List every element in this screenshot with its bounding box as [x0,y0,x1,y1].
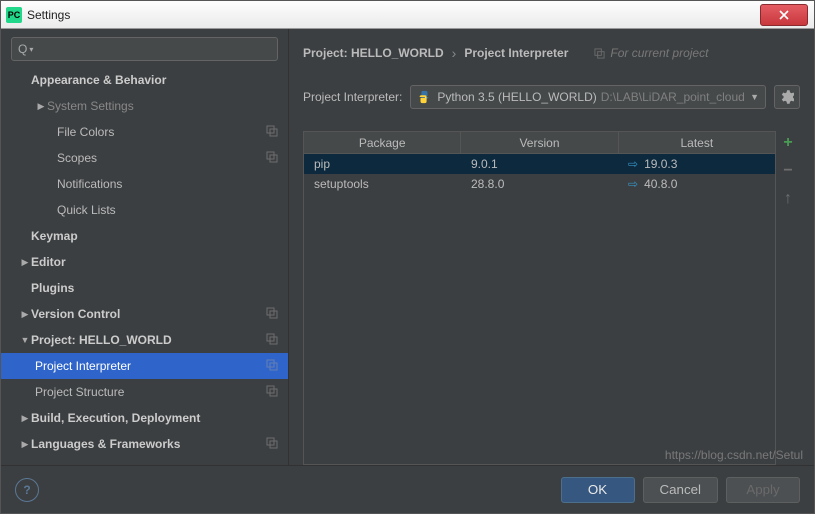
tree-item[interactable]: Project Structure [1,379,288,405]
tree-item[interactable]: Quick Lists [1,197,288,223]
tree-item[interactable]: ▶Editor [1,249,288,275]
tree-item-label: Version Control [31,307,266,321]
table-row[interactable]: setuptools28.8.0⇨40.8.0 [304,174,775,194]
cell-package: pip [304,157,461,171]
package-tools: + − ↑ [776,131,800,465]
cell-latest: ⇨40.8.0 [618,177,775,191]
tree-item-label: File Colors [57,125,266,139]
cell-version: 9.0.1 [461,157,618,171]
gear-icon [780,90,794,104]
tree-item-label: Languages & Frameworks [31,437,266,451]
column-header-latest[interactable]: Latest [619,132,775,153]
cell-package: setuptools [304,177,461,191]
tree-item-label: Editor [31,255,278,269]
cell-version: 28.8.0 [461,177,618,191]
tree-item-label: Appearance & Behavior [31,73,278,87]
tree-item-label: Quick Lists [57,203,278,217]
expand-arrow-icon: ▶ [19,465,31,466]
breadcrumb-separator: › [452,45,457,61]
for-current-project-label: For current project [594,46,708,60]
project-scope-icon [266,333,278,348]
tree-item[interactable]: Appearance & Behavior [1,67,288,93]
close-icon [778,9,790,21]
tree-item-label: Keymap [31,229,278,243]
tree-item[interactable]: ▶Tools [1,457,288,465]
tree-item[interactable]: ▼Project: HELLO_WORLD [1,327,288,353]
search-input[interactable]: Q▾ [11,37,278,61]
upgrade-available-icon: ⇨ [628,157,638,171]
copy-icon [594,48,605,59]
project-scope-icon [266,125,278,140]
close-button[interactable] [760,4,808,26]
tree-item-label: Notifications [57,177,278,191]
tree-item[interactable]: Plugins [1,275,288,301]
python-icon [417,90,431,104]
tree-item-label: Scopes [57,151,266,165]
expand-arrow-icon: ▶ [19,257,31,268]
tree-item[interactable]: ▶System Settings [1,93,288,119]
tree-item[interactable]: ▶Version Control [1,301,288,327]
project-scope-icon [266,359,278,374]
interpreter-select[interactable]: Python 3.5 (HELLO_WORLD) D:\LAB\LiDAR_po… [410,85,766,109]
interpreter-name: Python 3.5 (HELLO_WORLD) [437,90,596,104]
tree-item[interactable]: ▶Build, Execution, Deployment [1,405,288,431]
interpreter-path: D:\LAB\LiDAR_point_cloud [601,90,744,104]
tree-item-label: System Settings [47,99,278,113]
project-scope-icon [266,437,278,452]
app-icon: PC [6,7,22,23]
breadcrumb-item[interactable]: Project: HELLO_WORLD [303,46,444,60]
column-header-version[interactable]: Version [461,132,618,153]
main-panel: Project: HELLO_WORLD › Project Interpret… [289,29,814,465]
settings-gear-button[interactable] [774,85,800,109]
add-package-button[interactable]: + [778,133,798,153]
tree-item-label: Tools [31,463,278,465]
project-scope-icon [266,151,278,166]
chevron-down-icon: ▼ [750,92,759,102]
chevron-down-icon: ▾ [29,45,33,54]
breadcrumb-item: Project Interpreter [464,46,568,60]
tree-item[interactable]: Project Interpreter [1,353,288,379]
ok-button[interactable]: OK [561,477,635,503]
column-header-package[interactable]: Package [304,132,461,153]
remove-package-button[interactable]: − [778,161,798,181]
interpreter-label: Project Interpreter: [303,90,402,104]
settings-tree: Appearance & Behavior▶System SettingsFil… [1,67,288,465]
tree-item[interactable]: ▶Languages & Frameworks [1,431,288,457]
expand-arrow-icon: ▶ [19,439,31,450]
tree-item-label: Project Interpreter [35,359,266,373]
project-scope-icon [266,307,278,322]
tree-item-label: Plugins [31,281,278,295]
packages-table: Package Version Latest pip9.0.1⇨19.0.3se… [303,131,776,465]
cancel-button[interactable]: Cancel [643,477,719,503]
upgrade-available-icon: ⇨ [628,177,638,191]
tree-item[interactable]: Scopes [1,145,288,171]
apply-button[interactable]: Apply [726,477,800,503]
breadcrumb: Project: HELLO_WORLD › Project Interpret… [303,39,800,67]
tree-item-label: Build, Execution, Deployment [31,411,278,425]
cell-latest: ⇨19.0.3 [618,157,775,171]
footer: ? OK Cancel Apply [1,465,814,513]
upgrade-package-button[interactable]: ↑ [778,189,798,209]
table-row[interactable]: pip9.0.1⇨19.0.3 [304,154,775,174]
tree-item-label: Project: HELLO_WORLD [31,333,266,347]
sidebar: Q▾ Appearance & Behavior▶System Settings… [1,29,289,465]
tree-item[interactable]: Notifications [1,171,288,197]
tree-item[interactable]: File Colors [1,119,288,145]
titlebar: PC Settings [1,1,814,29]
watermark: https://blog.csdn.net/Setul [665,448,803,462]
expand-arrow-icon: ▶ [19,309,31,320]
expand-arrow-icon: ▶ [35,101,47,112]
search-icon: Q [18,42,27,56]
window-title: Settings [27,8,70,22]
tree-item-label: Project Structure [35,385,266,399]
expand-arrow-icon: ▶ [19,413,31,424]
tree-item[interactable]: Keymap [1,223,288,249]
project-scope-icon [266,385,278,400]
help-button[interactable]: ? [15,478,39,502]
expand-arrow-icon: ▼ [19,335,31,345]
